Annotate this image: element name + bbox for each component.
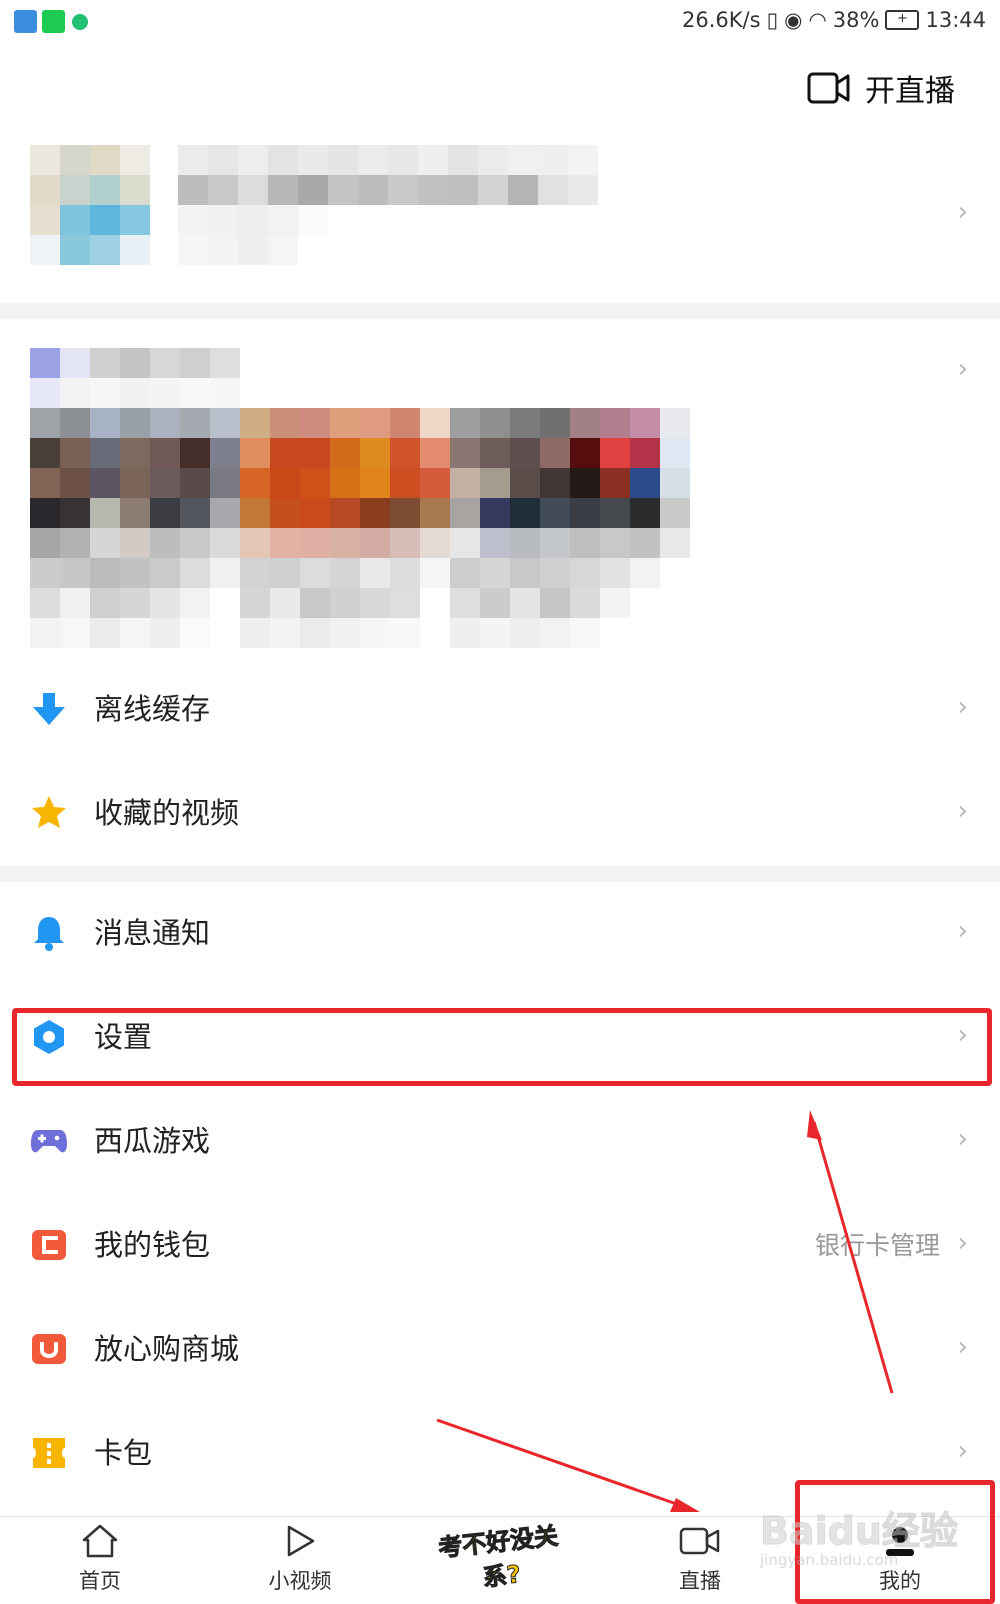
annotation-arrows <box>436 1110 894 1512</box>
watermark-brand: Baidu经验 <box>760 1509 959 1554</box>
baidu-watermark: Baidu经验 jingyan.baidu.com <box>760 1500 980 1580</box>
